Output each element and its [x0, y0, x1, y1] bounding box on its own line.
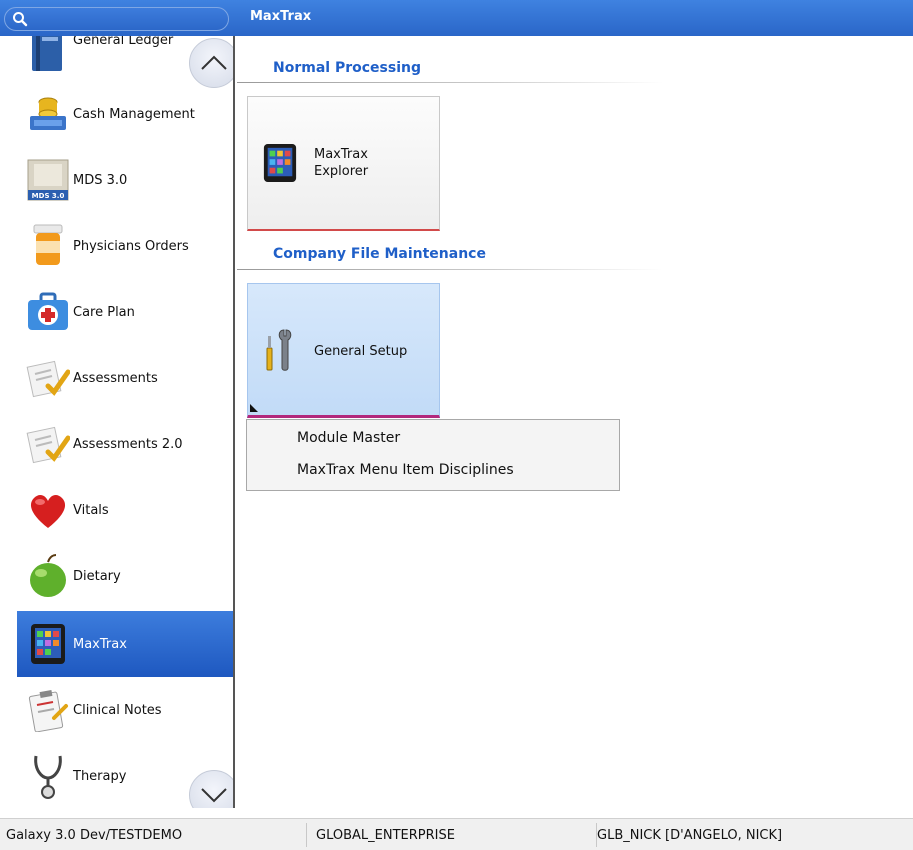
tile-label: Explorer — [314, 164, 369, 179]
corner-indicator-icon — [250, 404, 258, 412]
scroll-down-button[interactable] — [189, 770, 233, 808]
heart-icon — [23, 485, 73, 535]
stethoscope-icon — [23, 751, 73, 801]
cash-coins-icon — [23, 89, 73, 139]
sidebar-item-label: Clinical Notes — [73, 702, 162, 718]
search-icon — [13, 12, 28, 27]
tile-label: General Setup — [314, 344, 408, 359]
sidebar-item-assessments[interactable]: Assessments — [17, 345, 233, 411]
clipboard-icon — [23, 685, 73, 735]
mds-form-icon: MDS 3.0 — [23, 155, 73, 205]
tools-icon — [266, 329, 292, 371]
section-title-company-file-maintenance: Company File Maintenance — [273, 246, 486, 262]
sidebar-item-maxtrax[interactable]: MaxTrax — [17, 611, 233, 677]
chevron-up-icon — [201, 55, 227, 70]
sidebar-item-label: MDS 3.0 — [73, 172, 128, 188]
tile-maxtrax-explorer[interactable]: MaxTrax Explorer — [247, 96, 440, 231]
status-enterprise: GLOBAL_ENTERPRISE — [316, 828, 455, 843]
first-aid-kit-icon — [23, 287, 73, 337]
sidebar-item-clinical-notes[interactable]: Clinical Notes — [17, 677, 233, 743]
sidebar-item-physicians-orders[interactable]: Physicians Orders — [17, 213, 233, 279]
sidebar-item-label: Physicians Orders — [73, 238, 189, 254]
sidebar-item-dietary[interactable]: Dietary — [17, 543, 233, 609]
tile-label: MaxTrax — [314, 147, 368, 162]
section-title-normal-processing: Normal Processing — [273, 60, 421, 76]
section-divider — [237, 269, 663, 270]
svg-text:MDS 3.0: MDS 3.0 — [32, 192, 65, 200]
sidebar-item-label: Dietary — [73, 568, 121, 584]
sidebar-item-label: Assessments 2.0 — [73, 436, 183, 452]
status-environment: Galaxy 3.0 Dev/TESTDEMO — [6, 828, 183, 843]
tile-general-setup[interactable]: General Setup — [247, 283, 440, 418]
sidebar-item-label: General Ledger — [73, 36, 174, 48]
pill-bottle-icon — [23, 221, 73, 271]
ledger-book-icon — [23, 36, 73, 76]
checklist-icon — [23, 419, 73, 469]
module-sidebar[interactable]: General Ledger Cash Management MDS 3.0 M… — [0, 36, 235, 808]
tablet-app-icon — [23, 619, 73, 669]
sidebar-item-vitals[interactable]: Vitals — [17, 477, 233, 543]
sidebar-item-label: Therapy — [73, 768, 127, 784]
section-divider — [237, 82, 663, 83]
sidebar-item-label: Assessments — [73, 370, 158, 386]
app-title: MaxTrax — [250, 9, 312, 24]
apple-icon — [23, 551, 73, 601]
checklist-icon — [23, 353, 73, 403]
title-bar: MaxTrax — [0, 0, 913, 36]
context-menu: Module Master MaxTrax Menu Item Discipli… — [246, 419, 620, 491]
menu-item-maxtrax-menu-item-disciplines[interactable]: MaxTrax Menu Item Disciplines — [297, 462, 514, 478]
sidebar-item-mds[interactable]: MDS 3.0 MDS 3.0 — [17, 147, 233, 213]
sidebar-item-label: MaxTrax — [73, 636, 127, 652]
status-user: GLB_NICK [D'ANGELO, NICK] — [597, 828, 783, 843]
sidebar-item-label: Care Plan — [73, 304, 135, 320]
chevron-down-icon — [201, 788, 227, 803]
search-box[interactable] — [4, 7, 229, 31]
status-bar: Galaxy 3.0 Dev/TESTDEMO GLOBAL_ENTERPRIS… — [0, 818, 913, 850]
sidebar-item-label: Cash Management — [73, 106, 195, 122]
scroll-up-button[interactable] — [189, 38, 233, 88]
sidebar-item-label: Vitals — [73, 502, 109, 518]
sidebar-item-cash-management[interactable]: Cash Management — [17, 81, 233, 147]
sidebar-item-care-plan[interactable]: Care Plan — [17, 279, 233, 345]
status-divider — [306, 823, 307, 847]
sidebar-item-assessments-2[interactable]: Assessments 2.0 — [17, 411, 233, 477]
tablet-app-icon — [263, 144, 297, 182]
menu-item-module-master[interactable]: Module Master — [297, 430, 400, 446]
